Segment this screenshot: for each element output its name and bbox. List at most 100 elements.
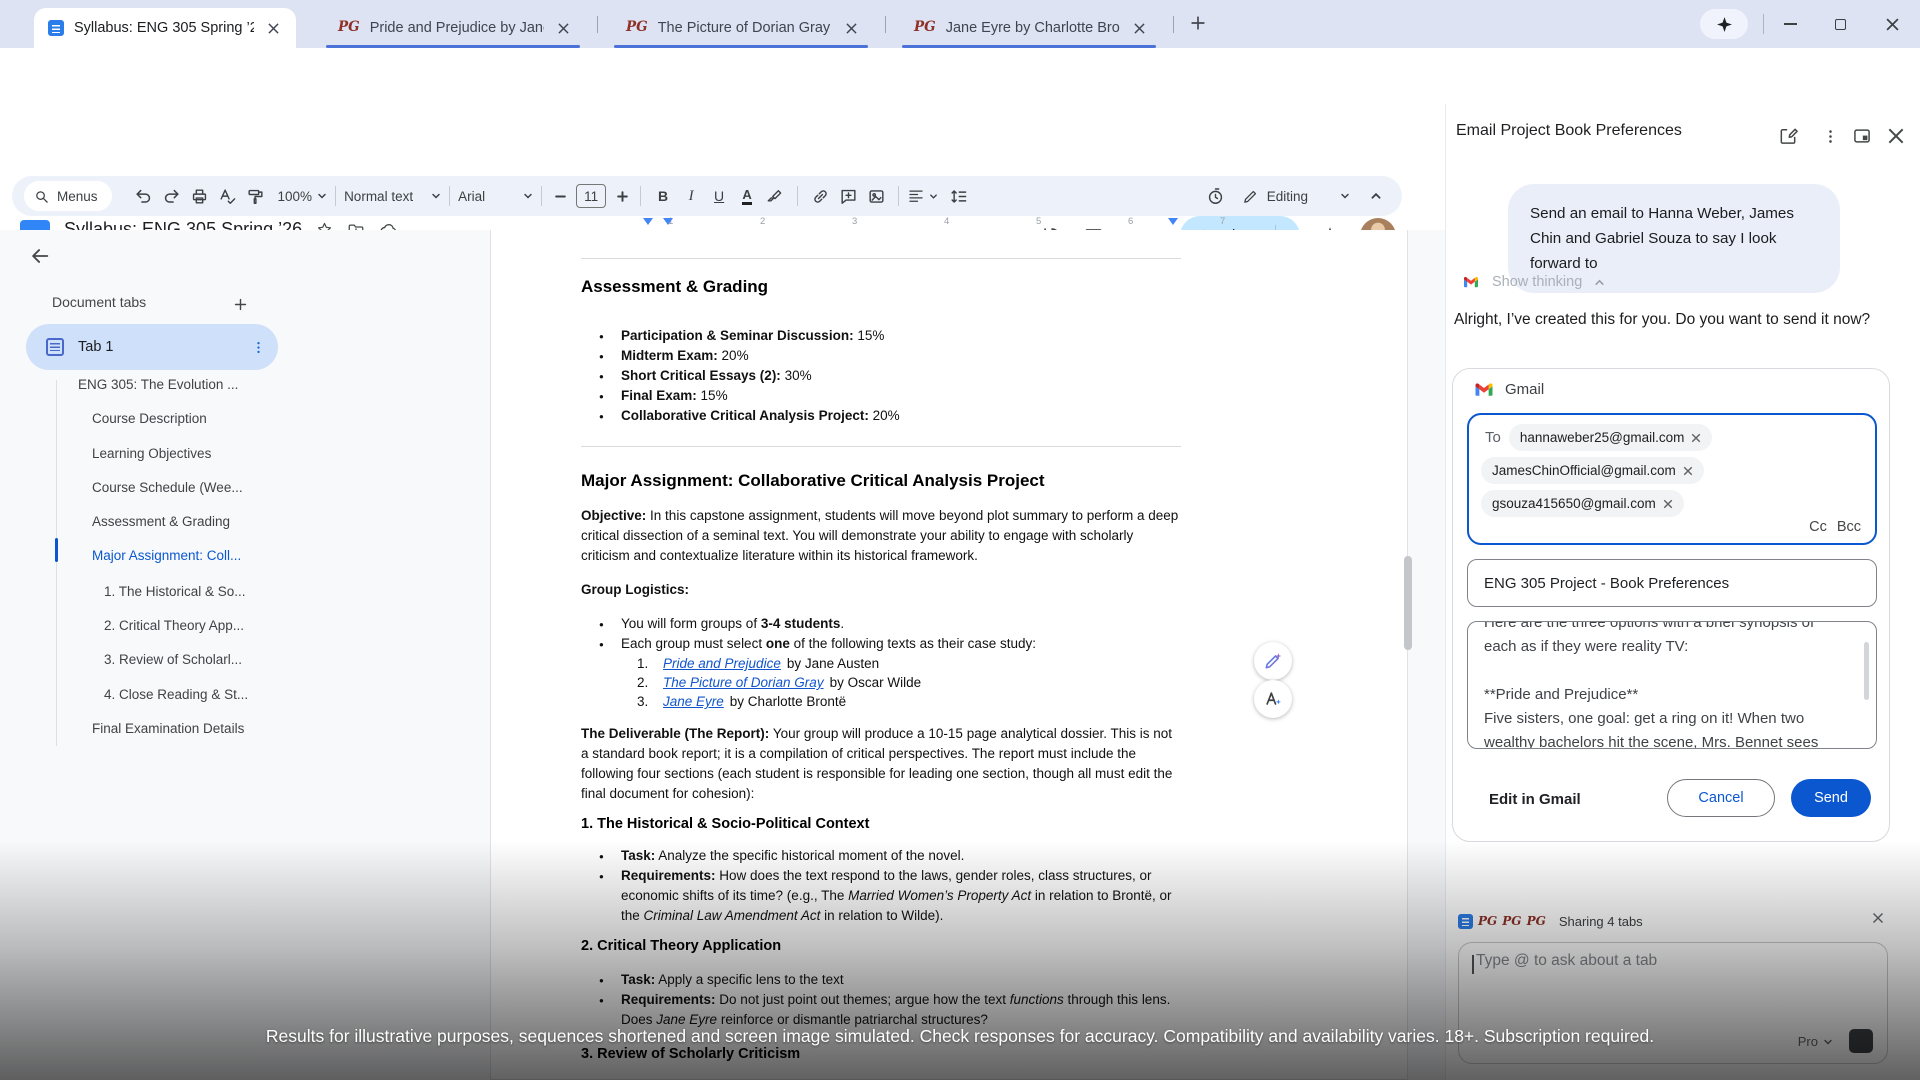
tab-close-icon[interactable]: [554, 19, 572, 37]
list-item: 1. Pride and Prejudice by Jane Austen: [581, 654, 1181, 673]
text-color-button[interactable]: A: [733, 182, 761, 210]
bold-button[interactable]: B: [649, 182, 677, 210]
summarize-button[interactable]: [1254, 680, 1292, 718]
send-button[interactable]: Send: [1791, 779, 1871, 817]
collapse-toolbar-button[interactable]: [1362, 182, 1390, 210]
tab-close-icon[interactable]: [264, 19, 282, 37]
add-tab-button[interactable]: [228, 292, 252, 316]
highlight-color-button[interactable]: [761, 182, 789, 210]
recipient-chip[interactable]: JamesChinOfficial@gmail.com: [1481, 457, 1704, 484]
group-logistics-heading: Group Logistics:: [581, 580, 1181, 600]
line-spacing-button[interactable]: [944, 182, 972, 210]
editing-mode-select[interactable]: Editing: [1242, 188, 1350, 205]
browser-tab-pride-and-prejudice[interactable]: PG Pride and Prejudice by Jane: [324, 8, 582, 48]
cc-button[interactable]: Cc: [1809, 519, 1827, 535]
tab-options-icon[interactable]: [251, 340, 266, 355]
activity-timer-icon[interactable]: [1202, 182, 1230, 210]
outline-item-scholarly-criticism[interactable]: 3. Review of Scholarl...: [104, 652, 242, 667]
indent-marker[interactable]: [663, 218, 673, 225]
decrease-font-size-button[interactable]: [550, 182, 570, 210]
outline-item-major-assignment[interactable]: Major Assignment: Coll...: [92, 548, 241, 563]
subject-field[interactable]: ENG 305 Project - Book Preferences: [1467, 559, 1877, 607]
menus-search-button[interactable]: Menus: [24, 181, 112, 211]
window-close-button[interactable]: [1872, 12, 1912, 36]
recipients-field[interactable]: To hannaweber25@gmail.com JamesChinOffic…: [1467, 413, 1877, 545]
open-compose-icon[interactable]: [1776, 124, 1800, 148]
close-sharing-icon[interactable]: [1872, 912, 1884, 924]
gmail-app-label: Gmail: [1505, 381, 1544, 398]
section-2-list: Task: Apply a specific lens to the text …: [581, 970, 1181, 1030]
list-item: Requirements: Do not just point out them…: [581, 990, 1181, 1030]
outline-item-course-schedule[interactable]: Course Schedule (Wee...: [92, 480, 243, 495]
browser-tab-jane-eyre[interactable]: PG Jane Eyre by Charlotte Bronte: [900, 8, 1158, 48]
chat-input[interactable]: [1476, 952, 1806, 970]
remove-recipient-icon[interactable]: [1683, 466, 1693, 476]
insert-link-button[interactable]: [806, 182, 834, 210]
print-button[interactable]: [186, 182, 214, 210]
doc-link-dorian-gray[interactable]: The Picture of Dorian Gray: [663, 673, 824, 692]
list-item: 2. The Picture of Dorian Gray by Oscar W…: [581, 673, 1181, 692]
outline-indent-line: [56, 380, 57, 746]
outline-item-close-reading[interactable]: 4. Close Reading & St...: [104, 687, 248, 702]
list-item: Short Critical Essays (2): 30%: [581, 366, 1181, 386]
outline-item-assessment-grading[interactable]: Assessment & Grading: [92, 514, 230, 529]
to-label: To: [1485, 429, 1501, 446]
project-gutenberg-favicon: PG: [1502, 915, 1521, 927]
doc-link-jane-eyre[interactable]: Jane Eyre: [663, 692, 724, 711]
google-docs-favicon: [48, 20, 64, 36]
project-gutenberg-favicon: PG: [1527, 915, 1546, 927]
window-maximize-button[interactable]: [1820, 12, 1860, 36]
right-margin-marker[interactable]: [1168, 218, 1178, 225]
edit-in-gmail-link[interactable]: Edit in Gmail: [1489, 791, 1581, 808]
redo-button[interactable]: [158, 182, 186, 210]
close-outline-button[interactable]: [24, 240, 56, 272]
window-minimize-button[interactable]: [1770, 12, 1810, 36]
font-size-field[interactable]: 11: [576, 184, 606, 208]
dock-window-icon[interactable]: [1850, 124, 1874, 148]
outline-item-critical-theory[interactable]: 2. Critical Theory App...: [104, 618, 244, 633]
tab-close-icon[interactable]: [1130, 19, 1148, 37]
close-panel-icon[interactable]: [1884, 124, 1908, 148]
outline-item-historical-context[interactable]: 1. The Historical & So...: [104, 584, 246, 599]
bcc-button[interactable]: Bcc: [1837, 519, 1861, 535]
add-comment-button[interactable]: [834, 182, 862, 210]
increase-font-size-button[interactable]: [612, 182, 632, 210]
email-body-field[interactable]: Here are the three options with a brief …: [1467, 621, 1877, 749]
outline-item-final-exam[interactable]: Final Examination Details: [92, 721, 244, 736]
tab-title: Syllabus: ENG 305 Spring ’26: [74, 20, 254, 36]
sidebar-tab-1[interactable]: Tab 1: [26, 324, 278, 370]
document-canvas: Document tabs Tab 1 ENG 305: The Evoluti…: [0, 230, 1445, 1080]
cancel-button[interactable]: Cancel: [1667, 779, 1775, 817]
heading-section-1: 1. The Historical & Socio-Political Cont…: [581, 814, 1181, 834]
align-button[interactable]: [907, 187, 938, 205]
outline-item-doc-title[interactable]: ENG 305: The Evolution ...: [78, 377, 238, 392]
remove-recipient-icon[interactable]: [1663, 499, 1673, 509]
browser-tab-dorian-gray[interactable]: PG The Picture of Dorian Gray by: [612, 8, 870, 48]
insert-image-button[interactable]: [862, 182, 890, 210]
italic-button[interactable]: I: [677, 182, 705, 210]
tab-close-icon[interactable]: [842, 19, 860, 37]
body-scrollbar[interactable]: [1864, 642, 1869, 700]
doc-link-pride-and-prejudice[interactable]: Pride and Prejudice: [663, 654, 781, 673]
outline-item-course-description[interactable]: Course Description: [92, 411, 207, 426]
help-me-write-button[interactable]: [1254, 642, 1292, 680]
undo-button[interactable]: [130, 182, 158, 210]
panel-menu-icon[interactable]: [1818, 124, 1842, 148]
browser-tab-syllabus[interactable]: Syllabus: ENG 305 Spring ’26: [34, 8, 296, 48]
font-select[interactable]: Arial: [458, 189, 533, 204]
new-tab-button[interactable]: [1188, 13, 1208, 33]
browser-gemini-button[interactable]: [1700, 9, 1748, 39]
indent-marker[interactable]: [643, 218, 653, 225]
underline-button[interactable]: U: [705, 182, 733, 210]
zoom-select[interactable]: 100%: [278, 189, 328, 204]
outline-item-learning-objectives[interactable]: Learning Objectives: [92, 446, 211, 461]
show-thinking-toggle[interactable]: Show thinking: [1462, 274, 1605, 290]
spell-check-button[interactable]: [214, 182, 242, 210]
recipient-chip[interactable]: gsouza415650@gmail.com: [1481, 490, 1684, 517]
recipient-chip[interactable]: hannaweber25@gmail.com: [1509, 424, 1713, 451]
remove-recipient-icon[interactable]: [1691, 433, 1701, 443]
document-scrollbar[interactable]: [1404, 556, 1412, 650]
paragraph-style-select[interactable]: Normal text: [344, 189, 441, 204]
grading-list: Participation & Seminar Discussion: 15% …: [581, 326, 1181, 426]
paint-format-button[interactable]: [242, 182, 270, 210]
